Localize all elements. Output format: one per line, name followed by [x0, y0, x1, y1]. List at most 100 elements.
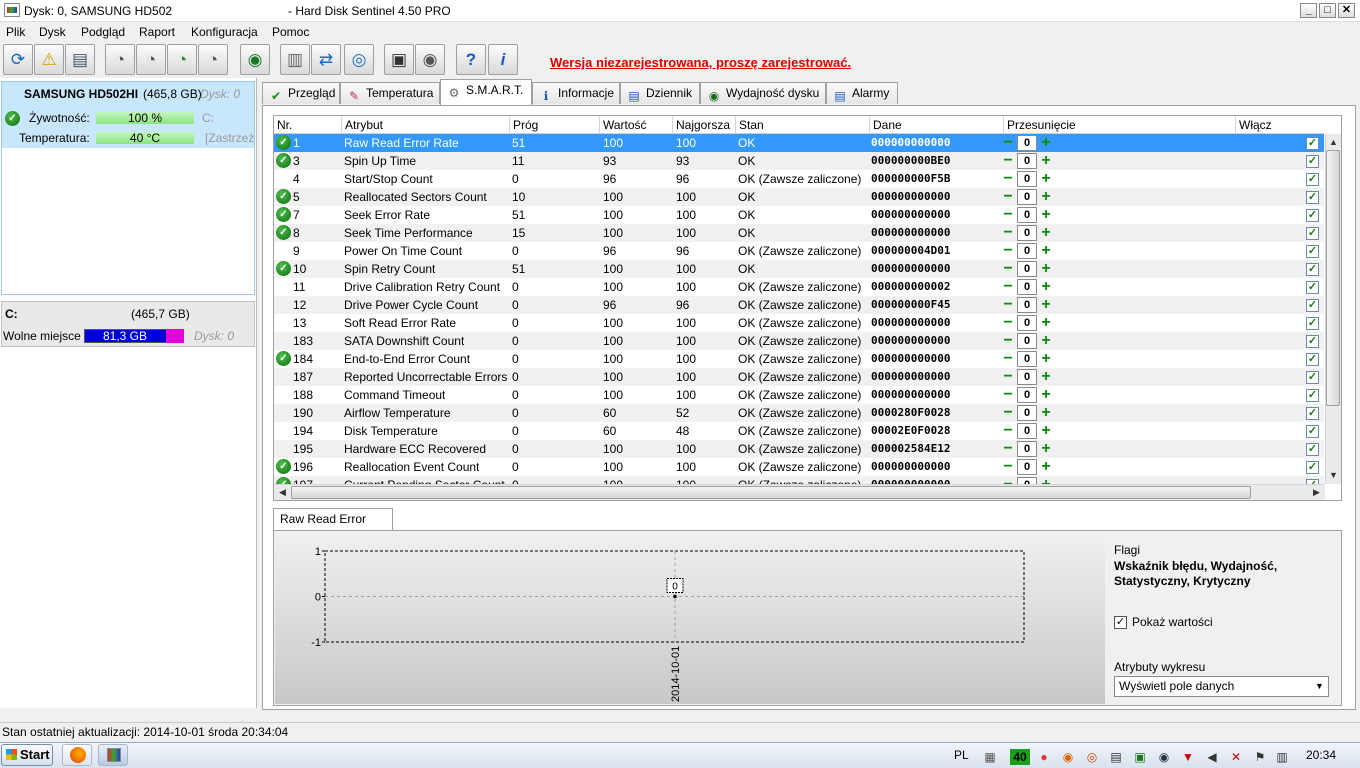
- table-row[interactable]: 187 Reported Uncorrectable Errors 0 100 100 O…: [274, 368, 1324, 386]
- offset-stepper[interactable]: −0+: [1001, 459, 1055, 475]
- table-row[interactable]: ✓ 184 End-to-End Error Count 0 100 100 OK (Zaw…: [274, 350, 1324, 368]
- enable-checkbox[interactable]: ✓: [1306, 443, 1319, 456]
- table-row[interactable]: ✓ 1 Raw Read Error Rate 51 100 100 OK 000000000…: [274, 134, 1324, 152]
- plus-icon[interactable]: +: [1039, 153, 1053, 169]
- chevron-down-icon[interactable]: ▼: [1311, 677, 1328, 696]
- alert-icon[interactable]: ⚠: [34, 44, 64, 75]
- offset-value[interactable]: 0: [1017, 423, 1037, 439]
- enable-checkbox[interactable]: ✓: [1306, 281, 1319, 294]
- register-banner-link[interactable]: Wersja niezarejestrowana, proszę zarejes…: [550, 55, 851, 70]
- info-icon[interactable]: i: [488, 44, 518, 75]
- taskbar-hdsentinel[interactable]: [98, 744, 128, 766]
- tray-display-icon[interactable]: ▤: [1108, 749, 1124, 765]
- offset-stepper[interactable]: −0+: [1001, 225, 1055, 241]
- offset-stepper[interactable]: −0+: [1001, 153, 1055, 169]
- offset-stepper[interactable]: −0+: [1001, 207, 1055, 223]
- minus-icon[interactable]: −: [1001, 261, 1015, 277]
- offset-stepper[interactable]: −0+: [1001, 135, 1055, 151]
- minus-icon[interactable]: −: [1001, 315, 1015, 331]
- offset-stepper[interactable]: −0+: [1001, 477, 1055, 484]
- enable-checkbox[interactable]: ✓: [1306, 263, 1319, 276]
- enable-checkbox[interactable]: ✓: [1306, 137, 1319, 150]
- plus-icon[interactable]: +: [1039, 405, 1053, 421]
- disk-check-icon[interactable]: ◔: [136, 44, 166, 75]
- minus-icon[interactable]: −: [1001, 459, 1015, 475]
- drive-icon[interactable]: ▤: [65, 44, 95, 75]
- minus-icon[interactable]: −: [1001, 279, 1015, 295]
- offset-value[interactable]: 0: [1017, 315, 1037, 331]
- offset-value[interactable]: 0: [1017, 153, 1037, 169]
- clock[interactable]: 20:34: [1306, 748, 1336, 762]
- minus-icon[interactable]: −: [1001, 423, 1015, 439]
- table-row[interactable]: ✓ 3 Spin Up Time 11 93 93 OK 000000000BE0−0 + ✓: [274, 152, 1324, 170]
- offset-value[interactable]: 0: [1017, 441, 1037, 457]
- table-row[interactable]: ✓197 Current Pending Sector Count 0 100 100 O…: [274, 476, 1324, 484]
- enable-checkbox[interactable]: ✓: [1306, 461, 1319, 474]
- chart-tab-attribute[interactable]: Raw Read Error Rate: [273, 508, 393, 547]
- scroll-right-icon[interactable]: ▶: [1309, 485, 1324, 500]
- keyboard-icon[interactable]: ▦: [982, 749, 998, 765]
- tray-app-icon[interactable]: ●: [1036, 749, 1052, 765]
- minus-icon[interactable]: −: [1001, 297, 1015, 313]
- col-wartosc[interactable]: Wartość: [600, 116, 673, 134]
- report-icon[interactable]: ▥: [280, 44, 310, 75]
- plus-icon[interactable]: +: [1039, 135, 1053, 151]
- col-prog[interactable]: Próg: [510, 116, 600, 134]
- vertical-scroll-thumb[interactable]: [1326, 150, 1340, 406]
- offset-stepper[interactable]: −0+: [1001, 261, 1055, 277]
- menu-podglad[interactable]: Podgląd: [81, 25, 125, 39]
- enable-checkbox[interactable]: ✓: [1306, 353, 1319, 366]
- minus-icon[interactable]: −: [1001, 243, 1015, 259]
- plus-icon[interactable]: +: [1039, 441, 1053, 457]
- col-nr[interactable]: Nr.: [274, 116, 342, 134]
- table-row[interactable]: ✓ 7 Seek Error Rate 51 100 100 OK 000000000000−…: [274, 206, 1324, 224]
- scroll-up-icon[interactable]: ▲: [1326, 135, 1341, 150]
- close-button[interactable]: ✕: [1338, 3, 1355, 18]
- volume-icon[interactable]: ◀: [1204, 749, 1220, 765]
- tray-origin-icon[interactable]: ◎: [1084, 749, 1100, 765]
- offset-stepper[interactable]: −0+: [1001, 387, 1055, 403]
- start-button[interactable]: Start: [1, 744, 53, 766]
- disk-icon[interactable]: ◔: [105, 44, 135, 75]
- offset-stepper[interactable]: −0+: [1001, 243, 1055, 259]
- sync-icon[interactable]: ⇄: [311, 44, 341, 75]
- table-row[interactable]: ✓ 10 Spin Retry Count 51 100 100 OK 00000000000…: [274, 260, 1324, 278]
- offset-value[interactable]: 0: [1017, 477, 1037, 484]
- table-row[interactable]: ✓ 8 Seek Time Performance 15 100 100 OK 0000000…: [274, 224, 1324, 242]
- tab-dziennik[interactable]: ▤ Dziennik: [620, 82, 700, 104]
- table-row[interactable]: 4 Start/Stop Count 0 96 96 OK (Zawsze zaliczo…: [274, 170, 1324, 188]
- minus-icon[interactable]: −: [1001, 405, 1015, 421]
- offset-value[interactable]: 0: [1017, 207, 1037, 223]
- horizontal-scroll-thumb[interactable]: [291, 486, 1251, 499]
- offset-value[interactable]: 0: [1017, 369, 1037, 385]
- minus-icon[interactable]: −: [1001, 441, 1015, 457]
- offset-value[interactable]: 0: [1017, 405, 1037, 421]
- disk-test-icon[interactable]: ◔: [198, 44, 228, 75]
- menu-pomoc[interactable]: Pomoc: [272, 25, 309, 39]
- offset-value[interactable]: 0: [1017, 297, 1037, 313]
- offset-value[interactable]: 0: [1017, 261, 1037, 277]
- table-row[interactable]: 9 Power On Time Count 0 96 96 OK (Zawsze zali…: [274, 242, 1324, 260]
- minus-icon[interactable]: −: [1001, 387, 1015, 403]
- tray-nvidia-icon[interactable]: ▣: [1132, 749, 1148, 765]
- minus-icon[interactable]: −: [1001, 171, 1015, 187]
- flag-icon[interactable]: ⚑: [1252, 749, 1268, 765]
- table-row[interactable]: 13 Soft Read Error Rate 0 100 100 OK (Zawsze …: [274, 314, 1324, 332]
- menu-plik[interactable]: Plik: [6, 25, 25, 39]
- minus-icon[interactable]: −: [1001, 477, 1015, 485]
- col-stan[interactable]: Stan: [736, 116, 870, 134]
- minus-icon[interactable]: −: [1001, 189, 1015, 205]
- network-error-icon[interactable]: ✕: [1228, 749, 1244, 765]
- offset-stepper[interactable]: −0+: [1001, 297, 1055, 313]
- disk-ok-icon[interactable]: ◔: [167, 44, 197, 75]
- plus-icon[interactable]: +: [1039, 243, 1053, 259]
- menu-dysk[interactable]: Dysk: [39, 25, 66, 39]
- minus-icon[interactable]: −: [1001, 207, 1015, 223]
- maximize-button[interactable]: □: [1319, 3, 1336, 18]
- col-atrybut[interactable]: Atrybut: [342, 116, 510, 134]
- offset-stepper[interactable]: −0+: [1001, 351, 1055, 367]
- tray-firefox-icon[interactable]: ◉: [1060, 749, 1076, 765]
- plus-icon[interactable]: +: [1039, 207, 1053, 223]
- globe-icon[interactable]: ◉: [240, 44, 270, 75]
- tray-antivirus-icon[interactable]: ▼: [1180, 749, 1196, 765]
